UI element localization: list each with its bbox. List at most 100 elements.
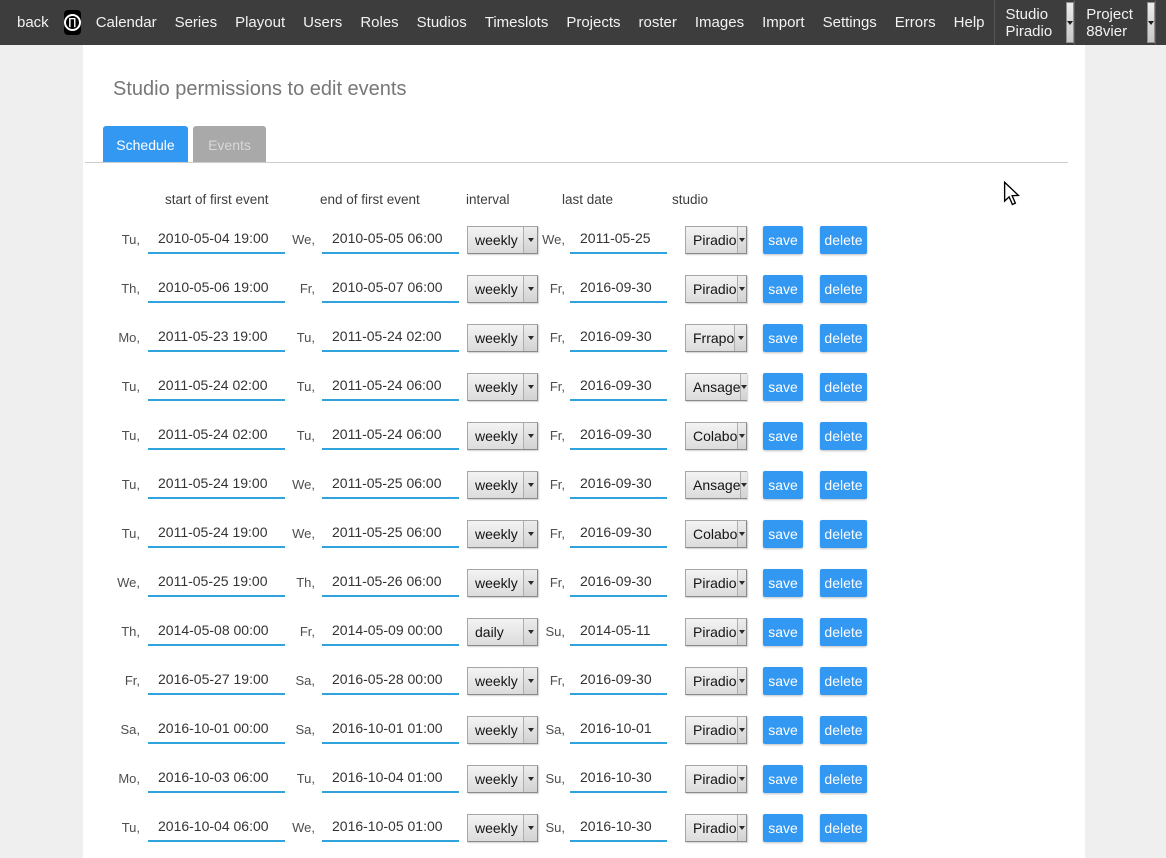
nav-item-playout[interactable]: Playout [226, 14, 294, 31]
start-of-first-event-input[interactable] [148, 422, 285, 450]
save-button[interactable]: save [763, 667, 803, 695]
last-date-input[interactable] [570, 520, 667, 548]
start-of-first-event-input[interactable] [148, 765, 285, 793]
last-date-input[interactable] [570, 226, 667, 254]
studio-switch-select[interactable]: Studio Piradio [994, 0, 1075, 45]
end-of-first-event-input[interactable] [322, 324, 459, 352]
save-button[interactable]: save [763, 471, 803, 499]
start-of-first-event-input[interactable] [148, 716, 285, 744]
last-date-input[interactable] [570, 765, 667, 793]
delete-button[interactable]: delete [820, 765, 867, 793]
interval-select[interactable]: daily [467, 618, 538, 646]
interval-select[interactable]: weekly [467, 324, 538, 352]
last-date-input[interactable] [570, 471, 667, 499]
nav-item-help[interactable]: Help [945, 14, 994, 31]
delete-button[interactable]: delete [820, 422, 867, 450]
studio-select[interactable]: Piradio [685, 765, 747, 793]
save-button[interactable]: save [763, 814, 803, 842]
save-button[interactable]: save [763, 275, 803, 303]
app-logo[interactable]: ∏ [64, 10, 81, 35]
end-of-first-event-input[interactable] [322, 618, 459, 646]
nav-item-series[interactable]: Series [166, 14, 227, 31]
interval-select[interactable]: weekly [467, 569, 538, 597]
save-button[interactable]: save [763, 618, 803, 646]
interval-select[interactable]: weekly [467, 422, 538, 450]
nav-item-calendar[interactable]: Calendar [87, 14, 166, 31]
last-date-input[interactable] [570, 716, 667, 744]
delete-button[interactable]: delete [820, 667, 867, 695]
nav-item-roles[interactable]: Roles [351, 14, 407, 31]
interval-select[interactable]: weekly [467, 226, 538, 254]
end-of-first-event-input[interactable] [322, 226, 459, 254]
interval-select[interactable]: weekly [467, 275, 538, 303]
end-of-first-event-input[interactable] [322, 716, 459, 744]
save-button[interactable]: save [763, 716, 803, 744]
end-of-first-event-input[interactable] [322, 373, 459, 401]
last-date-input[interactable] [570, 814, 667, 842]
end-of-first-event-input[interactable] [322, 422, 459, 450]
last-date-input[interactable] [570, 667, 667, 695]
delete-button[interactable]: delete [820, 275, 867, 303]
last-date-input[interactable] [570, 275, 667, 303]
last-date-input[interactable] [570, 569, 667, 597]
project-switch-select[interactable]: Project 88vier [1074, 0, 1156, 45]
nav-item-studios[interactable]: Studios [408, 14, 476, 31]
save-button[interactable]: save [763, 569, 803, 597]
nav-item-images[interactable]: Images [686, 14, 753, 31]
end-of-first-event-input[interactable] [322, 471, 459, 499]
nav-item-settings[interactable]: Settings [814, 14, 886, 31]
tab-schedule[interactable]: Schedule [103, 126, 188, 163]
last-date-input[interactable] [570, 373, 667, 401]
studio-select[interactable]: Colabo [685, 422, 747, 450]
studio-select[interactable]: Frrapo [685, 324, 747, 352]
studio-select[interactable]: Piradio [685, 716, 747, 744]
save-button[interactable]: save [763, 226, 803, 254]
delete-button[interactable]: delete [820, 569, 867, 597]
start-of-first-event-input[interactable] [148, 226, 285, 254]
back-link[interactable]: back [8, 14, 58, 31]
nav-item-users[interactable]: Users [294, 14, 351, 31]
nav-item-roster[interactable]: roster [630, 14, 686, 31]
start-of-first-event-input[interactable] [148, 520, 285, 548]
delete-button[interactable]: delete [820, 814, 867, 842]
delete-button[interactable]: delete [820, 324, 867, 352]
save-button[interactable]: save [763, 422, 803, 450]
nav-item-projects[interactable]: Projects [557, 14, 629, 31]
studio-select[interactable]: Colabo [685, 520, 747, 548]
nav-item-timeslots[interactable]: Timeslots [476, 14, 558, 31]
tab-events[interactable]: Events [193, 126, 266, 163]
studio-select[interactable]: Piradio [685, 667, 747, 695]
last-date-input[interactable] [570, 422, 667, 450]
studio-select[interactable]: Ansage [685, 373, 747, 401]
interval-select[interactable]: weekly [467, 765, 538, 793]
studio-select[interactable]: Piradio [685, 275, 747, 303]
save-button[interactable]: save [763, 765, 803, 793]
end-of-first-event-input[interactable] [322, 814, 459, 842]
save-button[interactable]: save [763, 373, 803, 401]
delete-button[interactable]: delete [820, 716, 867, 744]
save-button[interactable]: save [763, 520, 803, 548]
nav-item-errors[interactable]: Errors [886, 14, 945, 31]
studio-select[interactable]: Piradio [685, 226, 747, 254]
delete-button[interactable]: delete [820, 471, 867, 499]
delete-button[interactable]: delete [820, 618, 867, 646]
end-of-first-event-input[interactable] [322, 275, 459, 303]
start-of-first-event-input[interactable] [148, 275, 285, 303]
studio-select[interactable]: Piradio [685, 569, 747, 597]
save-button[interactable]: save [763, 324, 803, 352]
interval-select[interactable]: weekly [467, 667, 538, 695]
end-of-first-event-input[interactable] [322, 569, 459, 597]
interval-select[interactable]: weekly [467, 520, 538, 548]
interval-select[interactable]: weekly [467, 814, 538, 842]
studio-select[interactable]: Piradio [685, 814, 747, 842]
last-date-input[interactable] [570, 324, 667, 352]
delete-button[interactable]: delete [820, 520, 867, 548]
start-of-first-event-input[interactable] [148, 373, 285, 401]
interval-select[interactable]: weekly [467, 373, 538, 401]
end-of-first-event-input[interactable] [322, 520, 459, 548]
logout-link[interactable]: Logout [1156, 14, 1166, 31]
last-date-input[interactable] [570, 618, 667, 646]
studio-select[interactable]: Ansage [685, 471, 747, 499]
interval-select[interactable]: weekly [467, 471, 538, 499]
start-of-first-event-input[interactable] [148, 324, 285, 352]
